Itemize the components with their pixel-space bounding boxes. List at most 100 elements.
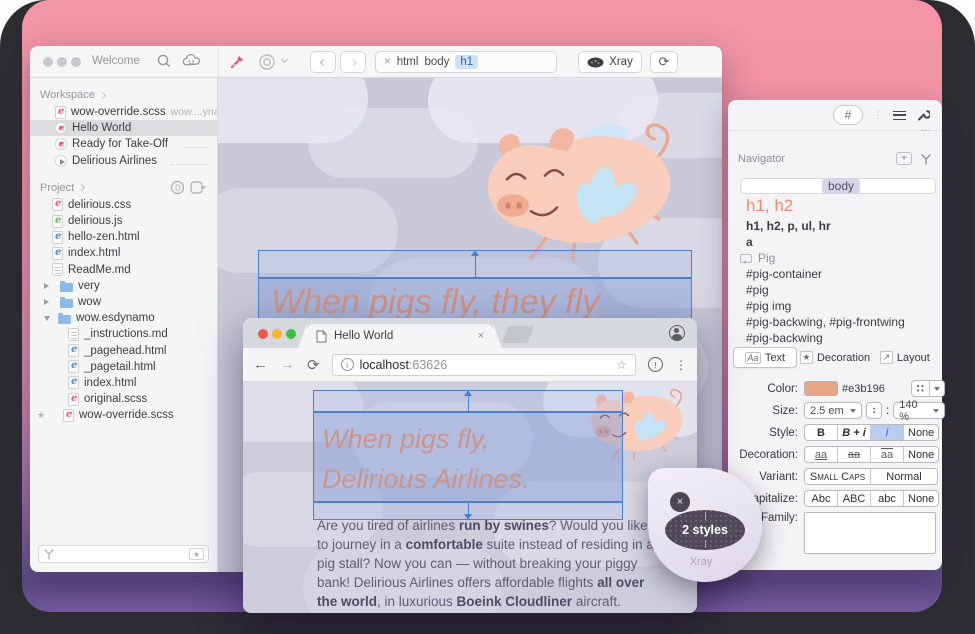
sidebar-filter-field[interactable]: ★ [38,545,209,563]
settings-icon[interactable] [190,180,207,195]
new-tab-button[interactable] [502,326,535,343]
style-option[interactable]: None [904,425,938,440]
back-button[interactable]: ← [253,356,268,373]
filter-icon[interactable] [920,153,932,165]
window-close-button[interactable] [258,329,268,339]
close-tab-icon[interactable]: × [478,330,484,342]
forward-button[interactable]: → [280,356,295,373]
selector-row[interactable]: #pig img [740,298,936,314]
capitalize-option[interactable]: None [904,491,938,506]
publish-icon[interactable]: D [170,180,185,195]
selector-row[interactable]: a [740,234,936,250]
filter-star-button[interactable]: ★ [189,548,204,560]
decoration-option[interactable]: aa [838,447,871,462]
style-option[interactable]: B [805,425,838,440]
decoration-option[interactable]: aa [871,447,904,462]
wrench-icon[interactable] [916,108,930,122]
more-dots[interactable]: … [920,122,932,134]
sidebar-file-row[interactable]: wow [30,294,217,310]
capitalize-option[interactable]: ABC [838,491,871,506]
style-option[interactable]: i [871,425,904,440]
line-height-dropdown[interactable]: 140 % [893,402,945,419]
selector-row[interactable]: #pig-backwing, #pig-frontwing [740,314,936,330]
sidebar-file-row[interactable]: ReadMe.md [30,262,217,278]
sidebar-file-row[interactable]: very [30,278,217,294]
back-button[interactable] [310,51,336,73]
variant-option[interactable]: Normal [871,469,937,484]
info-badge-icon[interactable]: ! [648,357,663,372]
selector-row[interactable]: #pig-container [740,266,936,282]
forward-button[interactable] [340,51,366,73]
sidebar-file-row[interactable]: _pagetail.html [30,359,217,375]
search-icon[interactable] [156,53,172,69]
chevron-down-icon[interactable] [281,56,288,63]
menu-icon[interactable] [893,111,906,120]
capitalize-option[interactable]: Abc [805,491,838,506]
selector-row[interactable]: h1, h2, p, ul, hr [740,218,936,234]
sidebar-file-row[interactable]: original.scss [30,391,217,407]
reload-button[interactable]: ⟳ [307,356,320,374]
font-family-listbox[interactable] [804,512,936,554]
sidebar-file-row[interactable]: Ready for Take-Off [30,136,217,152]
sidebar-file-row[interactable]: _pagehead.html [30,342,217,358]
add-selector-button[interactable]: + [896,152,912,165]
breadcrumb-close-icon[interactable]: × [384,56,391,68]
variant-option[interactable]: Small Caps [805,469,871,484]
disclosure-triangle[interactable] [44,299,52,305]
breadcrumb-item[interactable]: h1 [455,55,478,69]
font-size-dropdown[interactable]: 2.5 em [804,402,862,419]
window-minimize-button[interactable] [272,329,282,339]
hash-button[interactable]: # [833,105,863,125]
window-zoom-button[interactable] [286,329,296,339]
xray-button[interactable]: Xray [578,51,642,73]
browser-menu-icon[interactable]: ⋮ [675,358,687,372]
disclosure-triangle[interactable] [44,316,50,324]
decoration-option[interactable]: None [904,447,938,462]
sidebar-file-row[interactable]: wow-override.scss wow....ynamo [30,104,217,120]
sidebar-file-row[interactable]: hello-zen.html [30,229,217,245]
welcome-tab[interactable]: Welcome [92,55,140,67]
sidebar-file-row[interactable]: delirious.js [30,213,217,229]
breadcrumb-item[interactable]: body [424,56,449,68]
refresh-button[interactable]: ⟳ [650,51,678,73]
color-swatch[interactable] [804,381,838,396]
cloud-smiley-icon[interactable] [182,53,202,69]
decoration-option[interactable]: aa [805,447,838,462]
sidebar-file-row[interactable]: _instructions.md [30,326,217,342]
window-zoom-button[interactable] [71,57,81,67]
inspector-tab[interactable]: Aa Text [733,347,797,368]
selector-row[interactable]: #pig-backwing [740,330,936,346]
workspace-section-header[interactable]: Workspace [30,86,217,104]
close-icon[interactable]: × [670,492,690,512]
capitalize-option[interactable]: abc [871,491,904,506]
sidebar-file-row[interactable]: delirious.css [30,197,217,213]
window-close-button[interactable] [43,57,53,67]
inspector-tab[interactable]: ↗ Layout [873,347,937,368]
color-picker-buttons[interactable] [911,380,945,397]
xray-lens[interactable]: 2 styles [665,510,745,550]
sidebar-file-row[interactable]: wow.esdynamo [30,310,217,326]
sidebar-file-row[interactable]: Hello World [30,120,217,136]
pen-tool-icon[interactable] [228,53,246,71]
page-info-icon[interactable]: i [341,358,354,371]
profile-icon[interactable] [669,325,685,341]
url-bar[interactable]: i localhost:63626 ☆ [332,354,636,376]
target-icon[interactable] [258,53,276,71]
selector-row[interactable]: Pig [740,250,936,266]
breadcrumb-item[interactable]: html [397,56,419,68]
inspector-tab[interactable]: ★ Decoration [799,347,871,368]
browser-tab[interactable]: Hello World × [307,324,493,348]
sidebar-file-row[interactable]: index.html [30,245,217,261]
selector-row[interactable]: h1, h2 [740,194,936,218]
disclosure-triangle[interactable] [44,283,52,289]
bookmark-star-icon[interactable]: ☆ [616,358,627,372]
window-minimize-button[interactable] [57,57,67,67]
line-height-icon[interactable]: ↕ [866,402,882,419]
sidebar-file-row[interactable]: ★ wow-override.scss [30,407,217,423]
project-section-header[interactable]: Project D [30,179,217,197]
selector-row[interactable]: #pig [740,282,936,298]
selector-row[interactable]: body [740,178,936,194]
sidebar-file-row[interactable]: index.html [30,375,217,391]
style-option[interactable]: B + i [838,425,871,440]
sidebar-file-row[interactable]: Delirious Airlines [30,153,217,169]
